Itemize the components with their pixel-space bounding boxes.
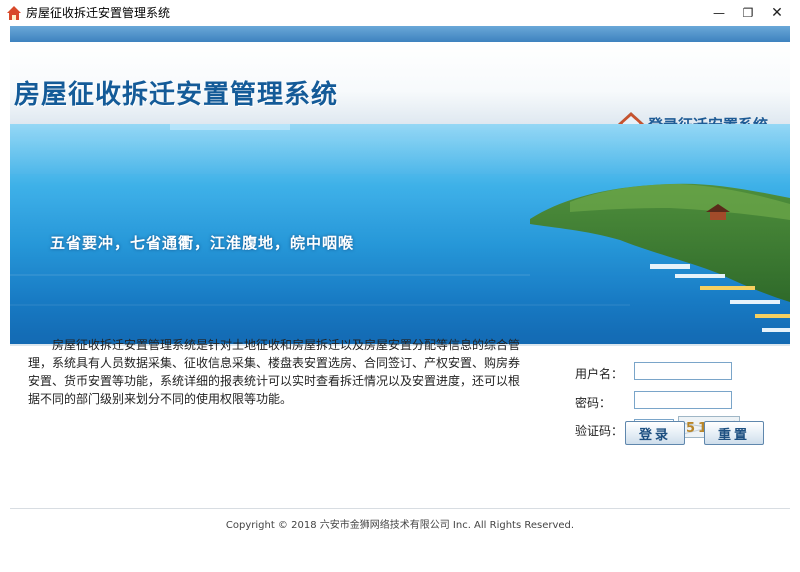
password-label: 密码： xyxy=(575,396,612,410)
close-button[interactable]: ✕ xyxy=(762,0,792,26)
frame-left-edge xyxy=(0,26,10,572)
frame-right-edge xyxy=(790,26,800,572)
top-color-strip xyxy=(10,26,790,42)
minimize-button[interactable]: — xyxy=(704,0,734,26)
banner-slogan: 五省要冲，七省通衢，江淮腹地，皖中咽喉 xyxy=(50,234,355,252)
maximize-button[interactable]: ❐ xyxy=(733,0,763,26)
username-label: 用户名： xyxy=(575,367,624,381)
username-input[interactable] xyxy=(634,362,732,380)
footer-divider xyxy=(10,508,790,509)
client-area: 房屋征收拆迁安置管理系统 登录征迁安置系统 xyxy=(0,26,800,572)
copyright-text: Copyright © 2018 六安市金狮网络技术有限公司 Inc. All … xyxy=(225,520,575,531)
header: 房屋征收拆迁安置管理系统 登录征迁安置系统 xyxy=(10,42,790,136)
login-button[interactable]: 登录 xyxy=(625,421,685,445)
house-icon xyxy=(7,6,21,20)
password-input[interactable] xyxy=(634,391,732,409)
window-title-bar: 房屋征收拆迁安置管理系统 — ❐ ✕ xyxy=(0,0,800,27)
reset-button[interactable]: 重置 xyxy=(704,421,764,445)
lake-banner: 五省要冲，七省通衢，江淮腹地，皖中咽喉 xyxy=(10,124,790,344)
system-title: 房屋征收拆迁安置管理系统 xyxy=(14,80,339,110)
window-title: 房屋征收拆迁安置管理系统 xyxy=(26,6,171,20)
captcha-label: 验证码： xyxy=(575,424,624,438)
system-description: 房屋征收拆迁安置管理系统是针对土地征收和房屋拆迁以及房屋安置分配等信息的综合管理… xyxy=(28,338,521,406)
